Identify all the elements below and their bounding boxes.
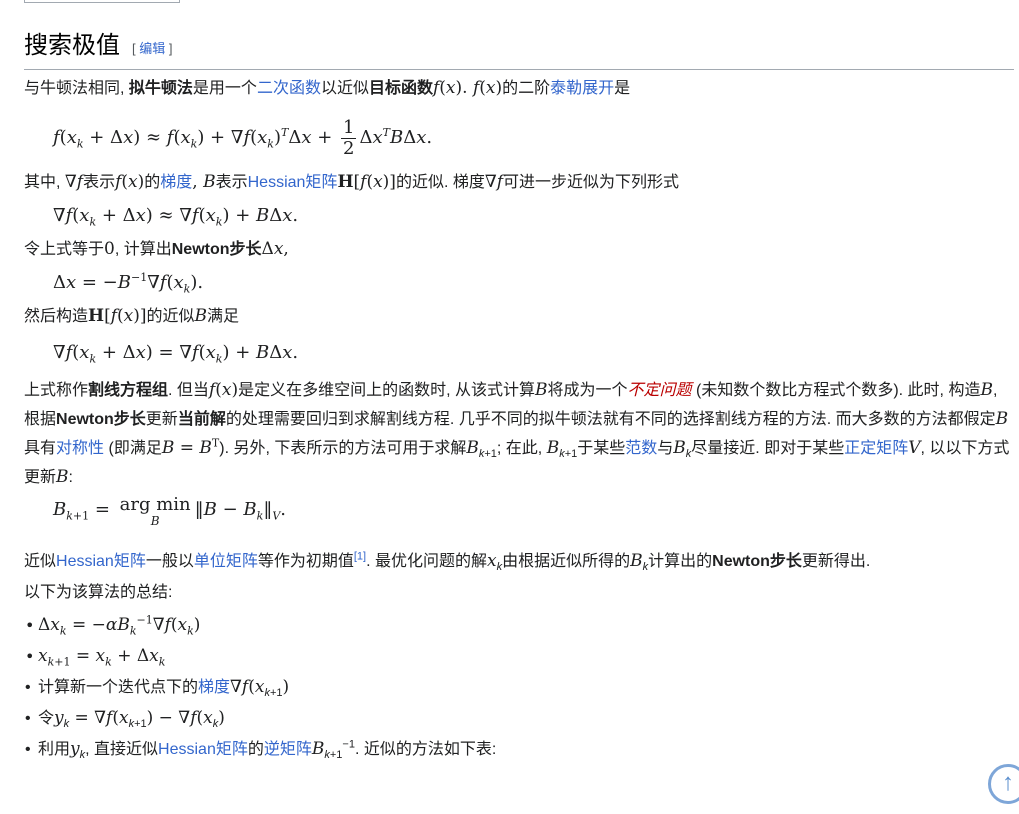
link-gradient[interactable]: 梯度 (160, 174, 192, 191)
link-symmetry[interactable]: 对称性 (56, 440, 104, 457)
section-heading: 搜索极值 [ 编辑 ] (24, 28, 1014, 70)
link-norm[interactable]: 范数 (625, 440, 657, 457)
summary-list: Δxk = −αBk−1∇f(xk) xk+1 = xk + Δxk 计算新一个… (24, 610, 1014, 765)
edit-section: [ 编辑 ] (132, 41, 173, 56)
equation-secant: ∇f(xk + Δx) = ∇f(xk) + BΔx. (53, 342, 299, 366)
equation-newton-step: Δx = −B−1∇f(xk). (53, 271, 204, 296)
arrow-up-circle-icon[interactable]: ↑ (988, 764, 1019, 804)
paragraph-intro: 与牛顿法相同, 拟牛顿法是用一个二次函数以近似目标函数f(x). f(x)的二阶… (24, 78, 631, 98)
list-item: 利用yk, 直接近似Hessian矩阵的逆矩阵Bk+1−1. 近似的方法如下表: (25, 734, 1014, 765)
link-inverse-matrix[interactable]: 逆矩阵 (264, 741, 312, 758)
section-title: 搜索极值 (24, 31, 120, 59)
paragraph-newton-step: 令上式等于0, 计算出Newton步长Δx, (24, 239, 289, 259)
paragraph-construct: 然后构造H[f(x)]的近似B满足 (24, 306, 240, 326)
link-positive-definite-matrix[interactable]: 正定矩阵 (844, 440, 908, 457)
edit-section-link[interactable]: 编辑 (139, 41, 165, 56)
link-gradient-2[interactable]: 梯度 (198, 679, 230, 696)
link-quadratic-function[interactable]: 二次函数 (257, 80, 321, 97)
link-taylor-expansion[interactable]: 泰勒展开 (550, 80, 614, 97)
equation-update: Bk+1 = arg min B ‖B − Bk‖V. (53, 494, 287, 528)
equation-gradient-approx: ∇f(xk + Δx) ≈ ∇f(xk) + BΔx. (53, 205, 299, 229)
link-hessian-matrix[interactable]: Hessian矩阵 (248, 174, 338, 191)
list-item: Δxk = −αBk−1∇f(xk) (25, 610, 1014, 641)
list-item: 令yk = ∇f(xk+1) − ∇f(xk) (25, 703, 1014, 734)
paragraph-secant-equations: 上式称作割线方程组. 但当f(x)是定义在多维空间上的函数时, 从该式计算B将成… (24, 380, 1010, 487)
list-item: xk+1 = xk + Δxk (25, 641, 1014, 672)
paragraph-summary-intro: 以下为该算法的总结: (24, 584, 173, 601)
equation-taylor: f(xk + Δx) ≈ f(xk) + ∇f(xk)TΔx + 1 2 ΔxTBΔ… (53, 116, 433, 159)
link-hessian-matrix-2[interactable]: Hessian矩阵 (56, 553, 146, 570)
paragraph-initial-value: 近似Hessian矩阵一般以单位矩阵等作为初期值[1]. 最优化问题的解xk由根… (24, 550, 871, 574)
list-item: 计算新一个迭代点下的梯度∇f(xk+1) (25, 672, 1014, 703)
paragraph-gradient: 其中, ∇f表示f(x)的梯度, B表示Hessian矩阵H[f(x)]的近似.… (24, 172, 680, 192)
article-content: 搜索极值 [ 编辑 ] 与牛顿法相同, 拟牛顿法是用一个二次函数以近似目标函数f(… (24, 28, 1014, 765)
reference-link-1[interactable]: [1] (354, 551, 366, 563)
link-underdetermined-problem[interactable]: 不定问题 (628, 382, 692, 399)
link-identity-matrix[interactable]: 单位矩阵 (194, 553, 258, 570)
link-hessian-matrix-3[interactable]: Hessian矩阵 (158, 741, 248, 758)
toc-box-edge (24, 0, 180, 3)
